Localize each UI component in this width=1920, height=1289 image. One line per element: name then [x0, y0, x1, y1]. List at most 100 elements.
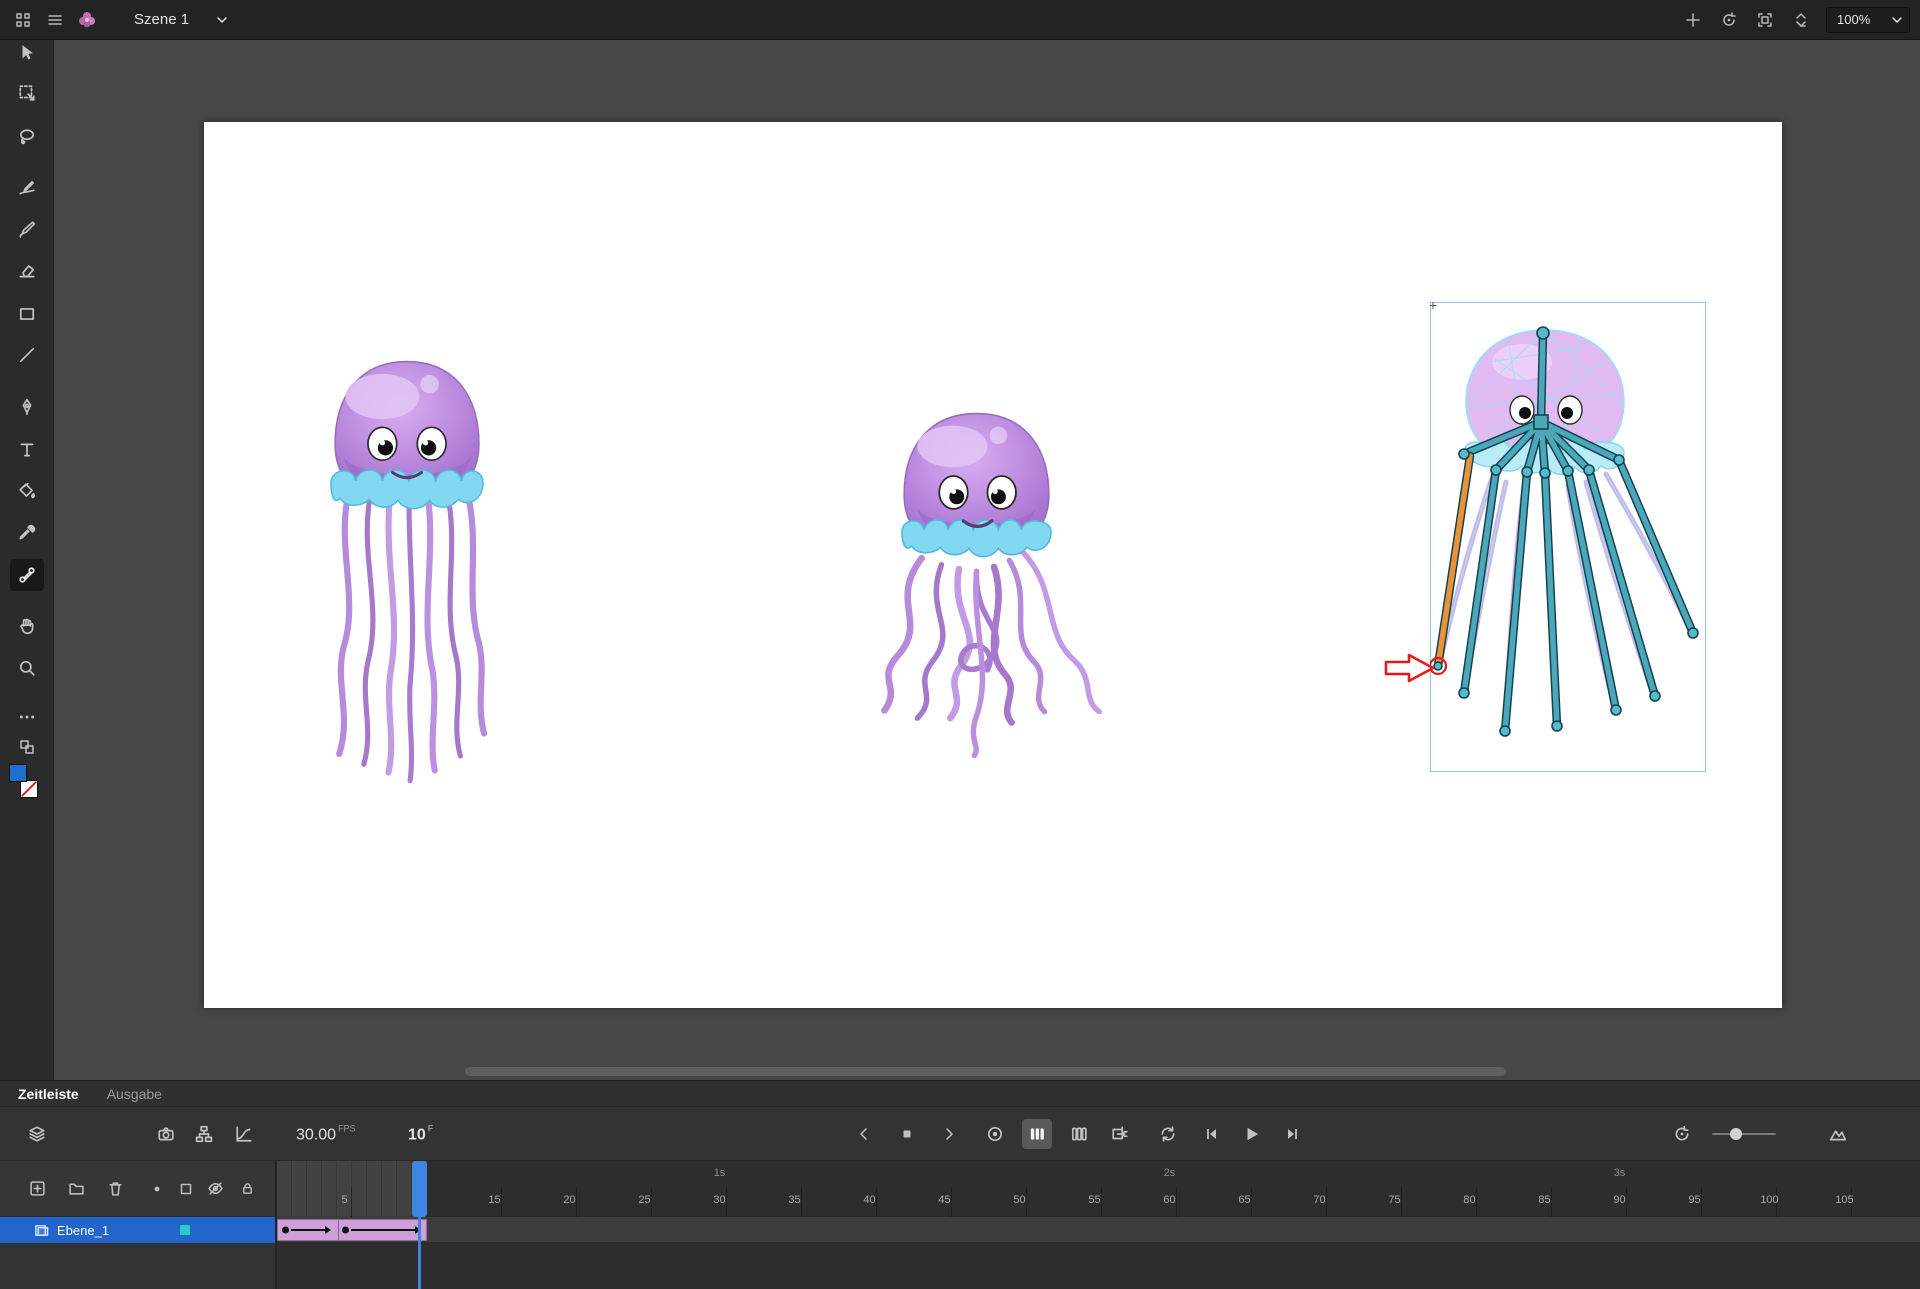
- timeline-zoom-knob[interactable]: [1730, 1128, 1742, 1140]
- eyedropper-tool[interactable]: [10, 517, 44, 549]
- step-back-button[interactable]: [1197, 1119, 1227, 1149]
- canvas-pasteboard[interactable]: [54, 40, 1920, 1080]
- ruler-frame-35[interactable]: 35: [783, 1194, 807, 1206]
- jellyfish-armature-rig[interactable]: [1430, 302, 1706, 772]
- keyframe-1[interactable]: [282, 1227, 289, 1234]
- jellyfish-artwork-2[interactable]: [845, 398, 1108, 760]
- ruler-frame-80[interactable]: 80: [1458, 1194, 1482, 1206]
- play-button[interactable]: [1237, 1119, 1267, 1149]
- empty-frames-area[interactable]: [277, 1243, 1920, 1289]
- timeline-frames-area[interactable]: 1s2s3s 510152025303540455055606570758085…: [277, 1161, 1920, 1289]
- highlight-column-icon[interactable]: [144, 1176, 170, 1202]
- ruler-frame-95[interactable]: 95: [1683, 1194, 1707, 1206]
- scene-selector[interactable]: Szene 1: [134, 11, 229, 28]
- jellyfish-artwork-1[interactable]: [294, 344, 520, 788]
- ruler-frame-40[interactable]: 40: [858, 1194, 882, 1206]
- ruler-frame-75[interactable]: 75: [1383, 1194, 1407, 1206]
- more-tools[interactable]: [10, 701, 44, 733]
- ruler-frame-70[interactable]: 70: [1308, 1194, 1332, 1206]
- text-tool[interactable]: [10, 434, 44, 466]
- selection-tool[interactable]: [10, 37, 44, 69]
- ruler-frame-15[interactable]: 15: [483, 1194, 507, 1206]
- loop-playback-button[interactable]: [1153, 1119, 1183, 1149]
- rectangle-tool[interactable]: [10, 298, 44, 330]
- visibility-column-icon[interactable]: [202, 1176, 228, 1202]
- fill-color-swatch[interactable]: [9, 764, 27, 782]
- lasso-tool[interactable]: [10, 121, 44, 153]
- current-frame-display[interactable]: 10F: [408, 1123, 433, 1144]
- layer-frame-strip[interactable]: [277, 1217, 1920, 1243]
- ruler-frame-100[interactable]: 100: [1758, 1194, 1782, 1206]
- ruler-frame-85[interactable]: 85: [1533, 1194, 1557, 1206]
- playhead-marker[interactable]: [412, 1161, 427, 1217]
- stroke-color-swatch[interactable]: [20, 780, 38, 798]
- center-frame-button[interactable]: [892, 1119, 922, 1149]
- zoom-tool[interactable]: [10, 652, 44, 684]
- ruler-seconds-row: 1s2s3s: [277, 1161, 1920, 1187]
- new-folder-button[interactable]: [63, 1176, 89, 1202]
- ruler-frame-65[interactable]: 65: [1233, 1194, 1257, 1206]
- ruler-numbers-row: 5101520253035404550556065707580859095100…: [277, 1187, 1920, 1217]
- tab-zeitleiste[interactable]: Zeitleiste: [18, 1086, 79, 1102]
- timeline-zoom-slider[interactable]: [1712, 1133, 1776, 1135]
- outline-column-icon[interactable]: [173, 1176, 199, 1202]
- ruler-frame-30[interactable]: 30: [708, 1194, 732, 1206]
- ruler-frame-55[interactable]: 55: [1083, 1194, 1107, 1206]
- classic-brush-tool[interactable]: [10, 213, 44, 245]
- ruler-frame-25[interactable]: 25: [633, 1194, 657, 1206]
- new-layer-button[interactable]: [24, 1176, 50, 1202]
- layer-icon: [34, 1223, 49, 1238]
- ruler-frame-60[interactable]: 60: [1158, 1194, 1182, 1206]
- ruler-frame-105[interactable]: 105: [1833, 1194, 1857, 1206]
- layers-icon[interactable]: [22, 1119, 52, 1149]
- onion-skin-button[interactable]: [1022, 1119, 1052, 1149]
- fluid-brush-tool[interactable]: [10, 172, 44, 204]
- layer-outline-color-chip[interactable]: [179, 1224, 191, 1236]
- onion-skin-outlines-button[interactable]: [1064, 1119, 1094, 1149]
- ruler-frame-45[interactable]: 45: [933, 1194, 957, 1206]
- paint-bucket-tool[interactable]: [10, 475, 44, 507]
- ruler-frame-50[interactable]: 50: [1008, 1194, 1032, 1206]
- line-tool[interactable]: [10, 339, 44, 371]
- eraser-tool[interactable]: [10, 255, 44, 287]
- rotate-view-icon[interactable]: [1718, 9, 1740, 31]
- ruler-frame-20[interactable]: 20: [558, 1194, 582, 1206]
- home-grid-icon[interactable]: [12, 9, 34, 31]
- zoom-level-select[interactable]: 100%: [1826, 7, 1910, 33]
- graph-editor-icon[interactable]: [229, 1119, 259, 1149]
- step-forward-button[interactable]: [1277, 1119, 1307, 1149]
- snap-crosshair-icon[interactable]: [1682, 9, 1704, 31]
- delete-layer-button[interactable]: [102, 1176, 128, 1202]
- layer-row-ebene-1[interactable]: Ebene_1: [0, 1217, 275, 1243]
- default-colors-icon[interactable]: [10, 731, 44, 763]
- camera-icon[interactable]: [151, 1119, 181, 1149]
- animate-app: Szene 1 100%: [0, 0, 1920, 1289]
- ruler-frame-5[interactable]: 5: [333, 1194, 357, 1206]
- loop-range-button[interactable]: [980, 1119, 1010, 1149]
- reset-timeline-zoom-button[interactable]: [1667, 1119, 1697, 1149]
- stage[interactable]: [204, 122, 1782, 1008]
- layer-list-panel: Ebene_1: [0, 1161, 277, 1289]
- canvas-horizontal-scrollbar[interactable]: [465, 1067, 1506, 1076]
- next-keyframe-button[interactable]: [934, 1119, 964, 1149]
- layer-list-empty[interactable]: [0, 1243, 275, 1289]
- timeline-ruler[interactable]: 1s2s3s 510152025303540455055606570758085…: [277, 1161, 1920, 1217]
- keyframe-5[interactable]: [342, 1227, 349, 1234]
- zoom-stepper[interactable]: [1790, 9, 1812, 31]
- lock-column-icon[interactable]: [234, 1176, 260, 1202]
- ruler-frame-90[interactable]: 90: [1608, 1194, 1632, 1206]
- tab-ausgabe[interactable]: Ausgabe: [107, 1086, 162, 1102]
- hierarchy-icon[interactable]: [189, 1119, 219, 1149]
- free-transform-tool[interactable]: [10, 77, 44, 109]
- prev-keyframe-button[interactable]: [849, 1119, 879, 1149]
- menu-icon[interactable]: [44, 9, 66, 31]
- armature-hub[interactable]: [1534, 415, 1548, 429]
- pen-tool[interactable]: [10, 391, 44, 423]
- resize-timeline-view-button[interactable]: [1823, 1119, 1853, 1149]
- hand-tool[interactable]: [10, 610, 44, 642]
- bone-tool[interactable]: [10, 559, 44, 591]
- edit-multiple-frames-button[interactable]: [1105, 1119, 1135, 1149]
- clip-outside-stage-icon[interactable]: [1754, 9, 1776, 31]
- fps-display[interactable]: 30.00FPS: [296, 1123, 356, 1144]
- tween-span[interactable]: [277, 1219, 427, 1241]
